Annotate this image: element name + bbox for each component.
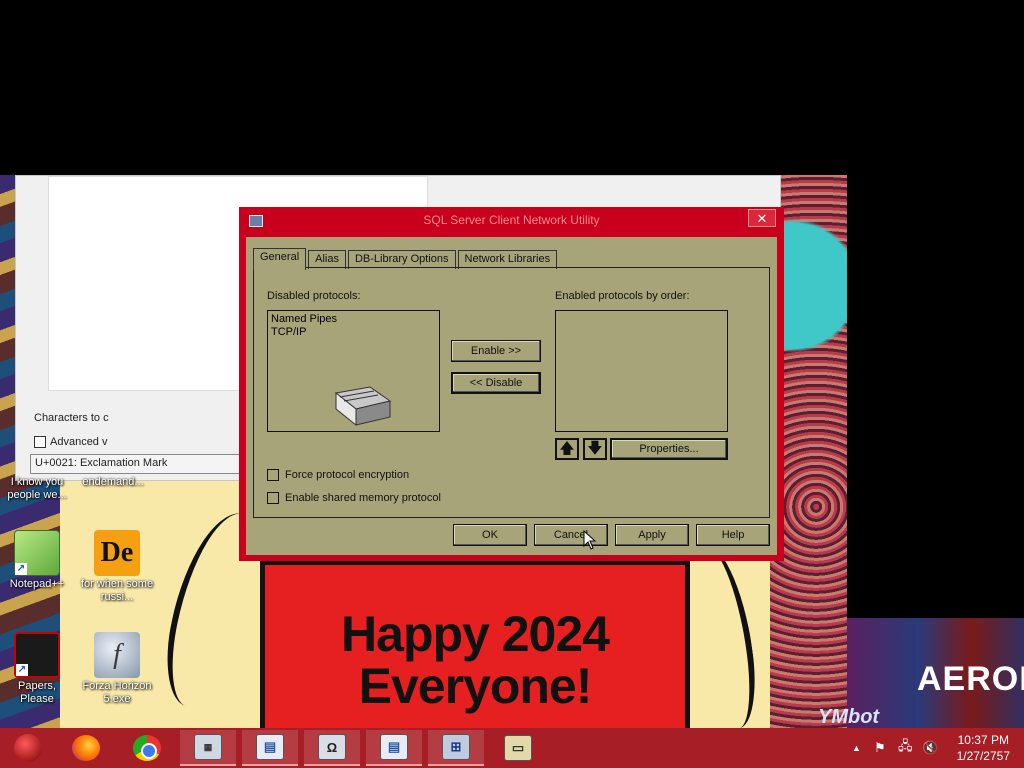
move-up-button[interactable]: 🡅	[555, 438, 579, 460]
flash-icon: f	[94, 632, 140, 678]
volume-muted-icon: 🔇	[922, 740, 939, 755]
desktop-icon-notepadpp[interactable]: ↗ Notepad++	[0, 530, 74, 591]
shortcut-arrow-icon: ↗	[16, 664, 28, 676]
desktop-icon-endemand[interactable]: endemand...	[76, 476, 150, 489]
arrow-up-icon: 🡅	[559, 440, 575, 457]
taskbar-window-2[interactable]: ▤	[366, 730, 422, 766]
tray-volume[interactable]: 🔇	[922, 728, 938, 768]
flag-icon: ⚑	[874, 740, 886, 755]
advanced-view-checkbox[interactable]: Advanced v	[34, 436, 107, 448]
general-tab-panel: Disabled protocols: Enabled protocols by…	[253, 267, 770, 518]
wallpaper-watermark: YMbot	[818, 706, 880, 728]
shortcut-arrow-icon: ↗	[15, 563, 27, 575]
chevron-up-icon: ▲	[852, 743, 861, 753]
start-button[interactable]	[0, 730, 56, 766]
shared-memory-label: Enable shared memory protocol	[285, 492, 441, 504]
help-button[interactable]: Help	[696, 524, 770, 546]
network-icon: 🖧	[898, 738, 913, 753]
desktop-icon-forza[interactable]: f Forza Horizon 5.exe	[80, 632, 154, 706]
character-status-bar: U+0021: Exclamation Mark	[30, 454, 245, 474]
tray-action-center[interactable]: ⚑	[874, 728, 886, 768]
de-app-glyph: De	[100, 537, 134, 568]
enabled-protocols-label: Enabled protocols by order:	[555, 290, 690, 302]
taskbar-sql-utility[interactable]: ⊞	[428, 730, 484, 766]
force-encryption-label: Force protocol encryption	[285, 469, 410, 481]
flash-glyph: f	[113, 639, 121, 670]
disabled-protocols-list[interactable]: Named Pipes TCP/IP	[267, 310, 440, 432]
advanced-view-checkbox-box[interactable]	[34, 436, 46, 448]
drive-icon: ▭	[504, 735, 532, 761]
force-encryption-checkbox-box[interactable]	[267, 469, 279, 481]
charmap-icon: Ω	[318, 734, 346, 760]
window-icon: ▤	[380, 734, 408, 760]
protocol-item-tcpip[interactable]: TCP/IP	[271, 326, 436, 339]
taskbar-window[interactable]: ▤	[242, 730, 298, 766]
characters-to-copy-label: Characters to c	[34, 412, 109, 424]
notepadpp-icon: ↗	[14, 530, 60, 576]
desktop-icon-label: Notepad++	[9, 578, 65, 590]
desktop-icon-label: Papers, Please	[18, 680, 56, 705]
clock-time: 10:37 PM	[957, 733, 1009, 747]
enabled-protocols-list[interactable]	[555, 310, 728, 432]
wallpaper-sign: AEROPOS	[917, 660, 1024, 698]
shared-memory-checkbox[interactable]: Enable shared memory protocol	[267, 492, 441, 504]
tray-network[interactable]: 🖧	[898, 728, 913, 768]
de-app-icon: De	[94, 530, 140, 576]
desktop-icon-label: I know you people we...	[7, 476, 67, 501]
taskbar-clock[interactable]: 10:37 PM 1/27/2757	[957, 732, 1010, 764]
taskbar-firefox[interactable]	[58, 730, 114, 766]
arrow-down-icon: 🡇	[587, 440, 603, 457]
desktop-icon-label: Forza Horizon 5.exe	[82, 680, 152, 705]
dialog-titlebar[interactable]: SQL Server Client Network Utility ✕	[239, 207, 784, 233]
taskbar-charmap[interactable]: Ω	[304, 730, 360, 766]
taskbar-calculator[interactable]: ▦	[180, 730, 236, 766]
disabled-protocols-label: Disabled protocols:	[267, 290, 361, 302]
apply-button[interactable]: Apply	[615, 524, 689, 546]
close-button[interactable]: ✕	[748, 209, 776, 227]
papers-please-icon: ↗	[14, 632, 60, 678]
network-plug-icon	[334, 386, 392, 427]
enable-button[interactable]: Enable >>	[451, 340, 541, 362]
window-icon: ▤	[256, 734, 284, 760]
wallpaper-greeting: Happy 2024 Everyone!	[341, 606, 610, 714]
chrome-icon	[133, 735, 161, 761]
sql-network-icon: ⊞	[442, 734, 470, 760]
force-encryption-checkbox[interactable]: Force protocol encryption	[267, 469, 409, 481]
ok-button[interactable]: OK	[453, 524, 527, 546]
desktop-icon-label: for when some russi...	[80, 578, 154, 603]
advanced-view-label: Advanced v	[50, 436, 108, 448]
protocol-item-named-pipes[interactable]: Named Pipes	[271, 313, 436, 326]
move-down-button[interactable]: 🡇	[583, 438, 607, 460]
taskbar: ▦ ▤ Ω ▤ ⊞ ▭ ▲ ⚑ 🖧 🔇 10:37 PM 1/27/2757	[0, 728, 1024, 768]
firefox-icon	[72, 735, 100, 761]
mouse-cursor-icon	[583, 530, 597, 550]
shared-memory-checkbox-box[interactable]	[267, 492, 279, 504]
desktop-icon-for-when[interactable]: De for when some russi...	[80, 530, 154, 604]
taskbar-chrome[interactable]	[119, 730, 175, 766]
desktop-icon-papers-please[interactable]: ↗ Papers, Please	[0, 632, 74, 706]
client-network-utility-dialog[interactable]: SQL Server Client Network Utility ✕ Gene…	[239, 207, 784, 561]
tab-general[interactable]: General	[253, 248, 307, 270]
properties-button[interactable]: Properties...	[610, 438, 728, 460]
start-orb-icon	[14, 734, 42, 762]
desktop-icon-i-know-you[interactable]: I know you people we...	[0, 476, 74, 502]
disable-button[interactable]: << Disable	[451, 372, 541, 394]
calculator-icon: ▦	[194, 734, 222, 760]
dialog-body: General Alias DB-Library Options Network…	[246, 237, 777, 555]
taskbar-drive[interactable]: ▭	[490, 730, 546, 766]
tab-strip: General Alias DB-Library Options Network…	[253, 247, 559, 270]
tray-chevron-button[interactable]: ▲	[852, 728, 861, 768]
clock-date: 1/27/2757	[956, 749, 1010, 763]
desktop-icon-label: endemand...	[82, 476, 144, 488]
dialog-title: SQL Server Client Network Utility	[423, 213, 600, 227]
